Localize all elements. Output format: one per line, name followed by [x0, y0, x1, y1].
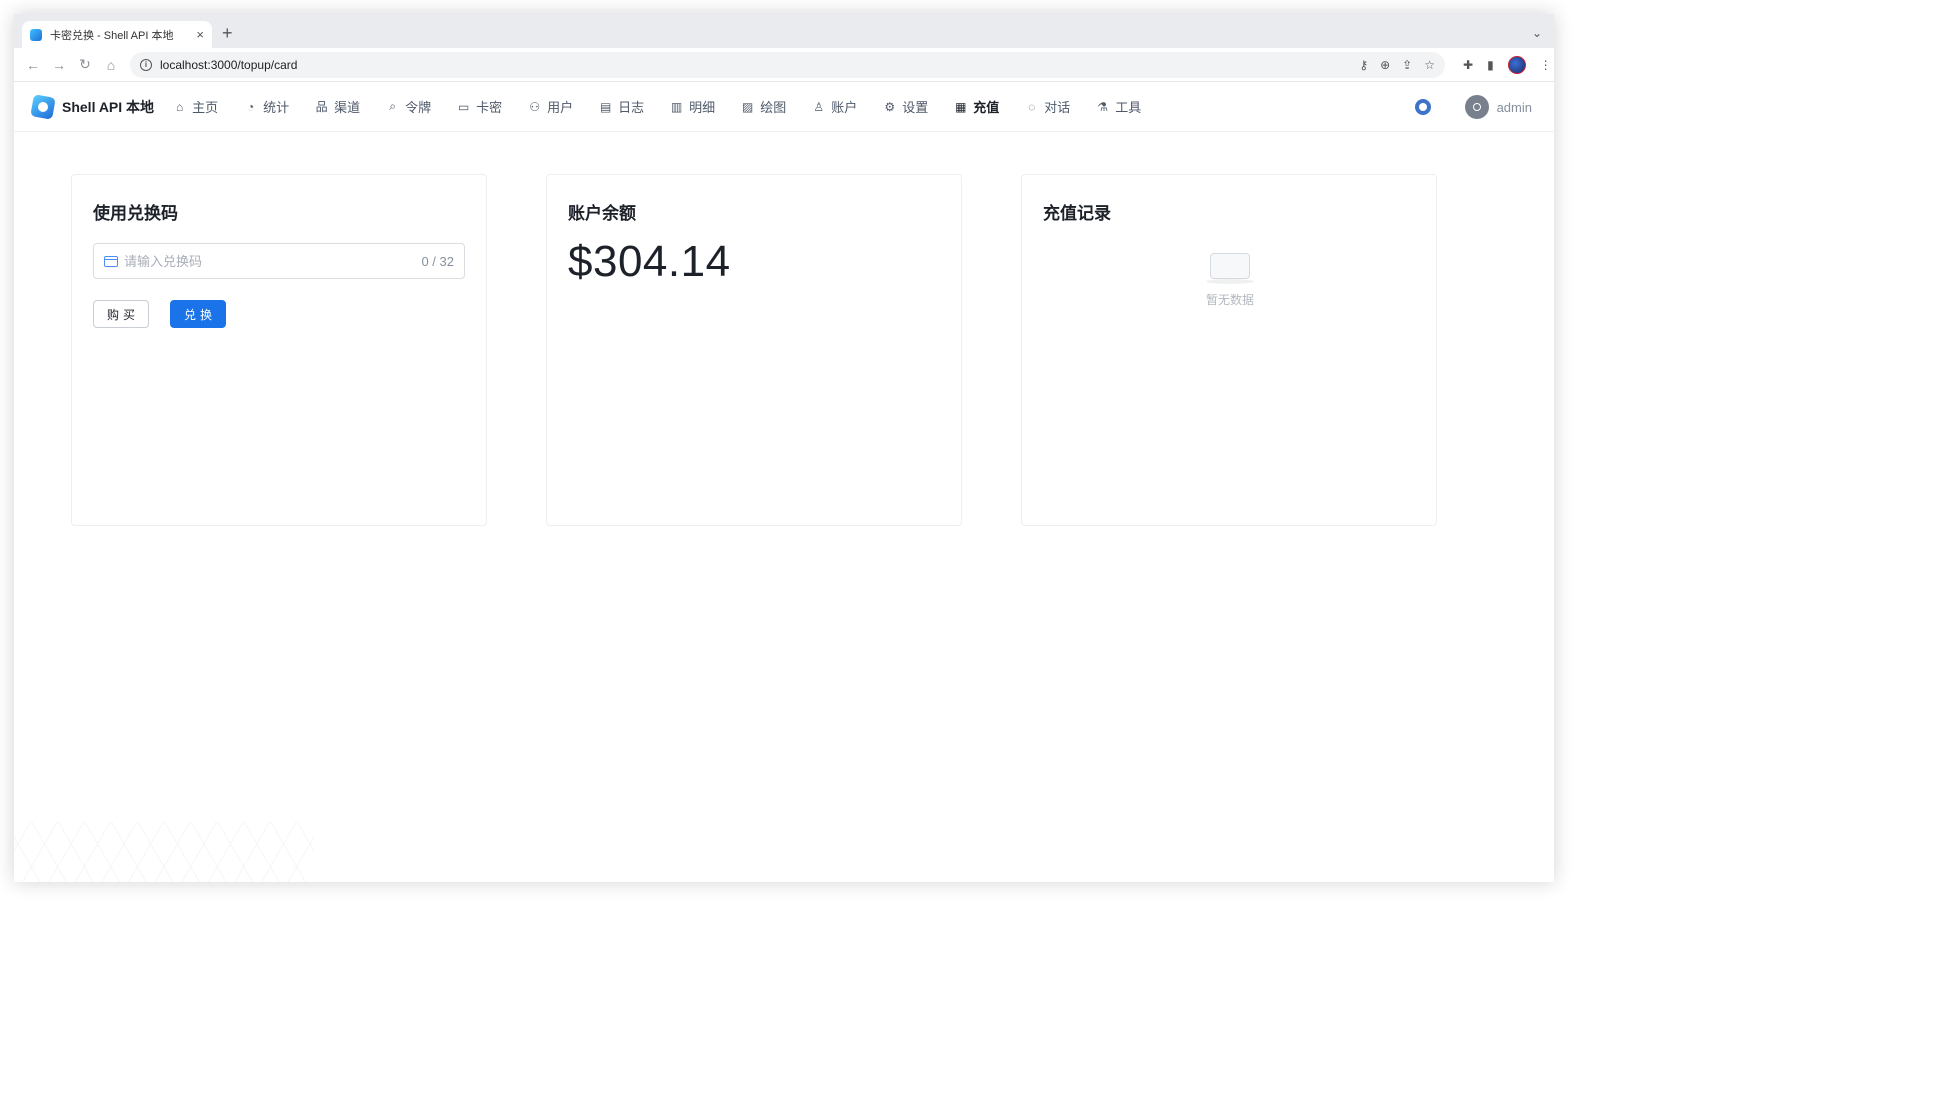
tab-strip: 卡密兑换 - Shell API 本地 × + ⌄	[14, 14, 1554, 48]
empty-text: 暂无数据	[1205, 293, 1254, 307]
username[interactable]: admin	[1497, 100, 1532, 115]
browser-window: 卡密兑换 - Shell API 本地 × + ⌄ ← → ↻ ⌂ i loca…	[14, 14, 1554, 882]
back-icon[interactable]: ←	[20, 57, 46, 73]
forward-icon[interactable]: →	[46, 57, 72, 73]
nav-item-drawing[interactable]: ▨ 绘图	[728, 82, 799, 132]
flask-icon: ⚗	[1097, 99, 1109, 114]
zoom-icon[interactable]: ⊕	[1380, 58, 1390, 72]
browser-menu-icon[interactable]: ⋮	[1540, 58, 1552, 72]
user-group-icon: ⚇	[529, 99, 541, 114]
nav-item-tools[interactable]: ⚗ 工具	[1083, 82, 1154, 132]
balance-card-title: 账户余额	[568, 204, 636, 223]
brand-title[interactable]: Shell API 本地	[62, 97, 154, 117]
empty-inbox-icon	[1206, 247, 1254, 285]
nav-item-users[interactable]: ⚇ 用户	[515, 82, 586, 132]
key-icon[interactable]: ⚷	[1359, 58, 1368, 72]
share-icon[interactable]: ⇪	[1402, 58, 1412, 72]
avatar[interactable]	[1464, 95, 1489, 119]
tab-title: 卡密兑换 - Shell API 本地	[50, 29, 174, 42]
user-avatar-icon	[1472, 103, 1481, 111]
nav-item-details[interactable]: ▥ 明细	[657, 82, 728, 132]
nav-item-cards[interactable]: ▭ 卡密	[444, 82, 515, 132]
url-field[interactable]: i localhost:3000/topup/card ⚷ ⊕ ⇪ ☆	[130, 51, 1445, 78]
home-icon: ⌂	[175, 99, 184, 114]
store-icon: ▦	[955, 99, 967, 114]
pie-chart-icon: ◔	[246, 99, 255, 114]
browser-tab[interactable]: 卡密兑换 - Shell API 本地 ×	[22, 21, 212, 48]
redeem-card: 使用兑换码 0 / 32 购买 兑换	[71, 174, 487, 526]
main-nav: ⌂ 主页 ◔ 统计 品渠道 ⌕ 令牌 ▭ 卡密 ⚇ 用户 ▤ 日志 ▥ 明细 ▨ 绘图 ♙ 账户 …	[160, 82, 1154, 132]
logo-icon[interactable]	[30, 93, 56, 120]
nav-item-channels[interactable]: 品渠道	[302, 82, 373, 132]
reload-icon[interactable]: ↻	[72, 56, 98, 73]
bookmark-star-icon[interactable]: ☆	[1424, 58, 1435, 72]
topup-history-card: 充值记录 暂无数据	[1021, 174, 1437, 526]
nav-item-chat[interactable]: ◌ 对话	[1012, 82, 1083, 132]
empty-state: 暂无数据	[1022, 247, 1438, 308]
side-panel-icon[interactable]: ▮	[1487, 58, 1494, 72]
buy-button[interactable]: 购买	[93, 300, 149, 328]
profile-avatar-icon[interactable]	[1507, 55, 1526, 74]
favicon-icon	[30, 28, 42, 41]
chat-icon: ◌	[1028, 99, 1036, 114]
balance-amount: $304.14	[568, 237, 731, 286]
gear-icon: ⚙	[884, 99, 896, 114]
redeem-code-field[interactable]: 0 / 32	[93, 243, 465, 279]
char-counter: 0 / 32	[421, 253, 454, 269]
extensions-icon[interactable]: ✚	[1463, 58, 1473, 72]
new-tab-button[interactable]: +	[222, 23, 233, 43]
nav-item-home[interactable]: ⌂ 主页	[160, 82, 231, 132]
balance-card: 账户余额 $304.14	[546, 174, 962, 526]
nav-item-topup[interactable]: ▦ 充值	[941, 82, 1012, 132]
credit-card-icon: ▭	[457, 99, 470, 114]
history-card-title: 充值记录	[1043, 204, 1111, 223]
user-icon: ♙	[813, 99, 825, 114]
search-icon: ⌕	[389, 99, 396, 113]
url-text[interactable]: localhost:3000/topup/card	[160, 58, 1359, 72]
app-header: Shell API 本地 ⌂ 主页 ◔ 统计 品渠道 ⌕ 令牌 ▭ 卡密 ⚇ 用户 ▤ 日志…	[14, 82, 1554, 132]
image-icon: ▨	[742, 99, 754, 114]
file-list-icon: ▥	[671, 99, 683, 114]
redeem-card-title: 使用兑换码	[93, 204, 178, 223]
file-search-icon: ▤	[599, 99, 612, 114]
github-icon[interactable]	[1414, 99, 1431, 115]
nav-item-stats[interactable]: ◔ 统计	[231, 82, 302, 132]
nav-item-settings[interactable]: ⚙ 设置	[870, 82, 941, 132]
header-right: admin	[1414, 82, 1554, 132]
nav-item-logs[interactable]: ▤ 日志	[586, 82, 657, 132]
tab-search-icon[interactable]: ⌄	[1532, 26, 1542, 40]
address-bar: ← → ↻ ⌂ i localhost:3000/topup/card ⚷ ⊕ …	[14, 48, 1554, 82]
credit-card-icon	[104, 255, 118, 267]
tab-close-icon[interactable]: ×	[196, 28, 204, 41]
background-pattern	[14, 822, 314, 882]
redeem-code-input[interactable]	[124, 253, 422, 269]
nav-item-account[interactable]: ♙ 账户	[799, 82, 870, 132]
nav-item-tokens[interactable]: ⌕ 令牌	[373, 82, 444, 132]
sitemap-icon: 品	[315, 100, 328, 114]
redeem-button[interactable]: 兑换	[170, 300, 226, 328]
site-info-icon[interactable]: i	[140, 58, 152, 71]
home-button-icon[interactable]: ⌂	[98, 57, 124, 73]
